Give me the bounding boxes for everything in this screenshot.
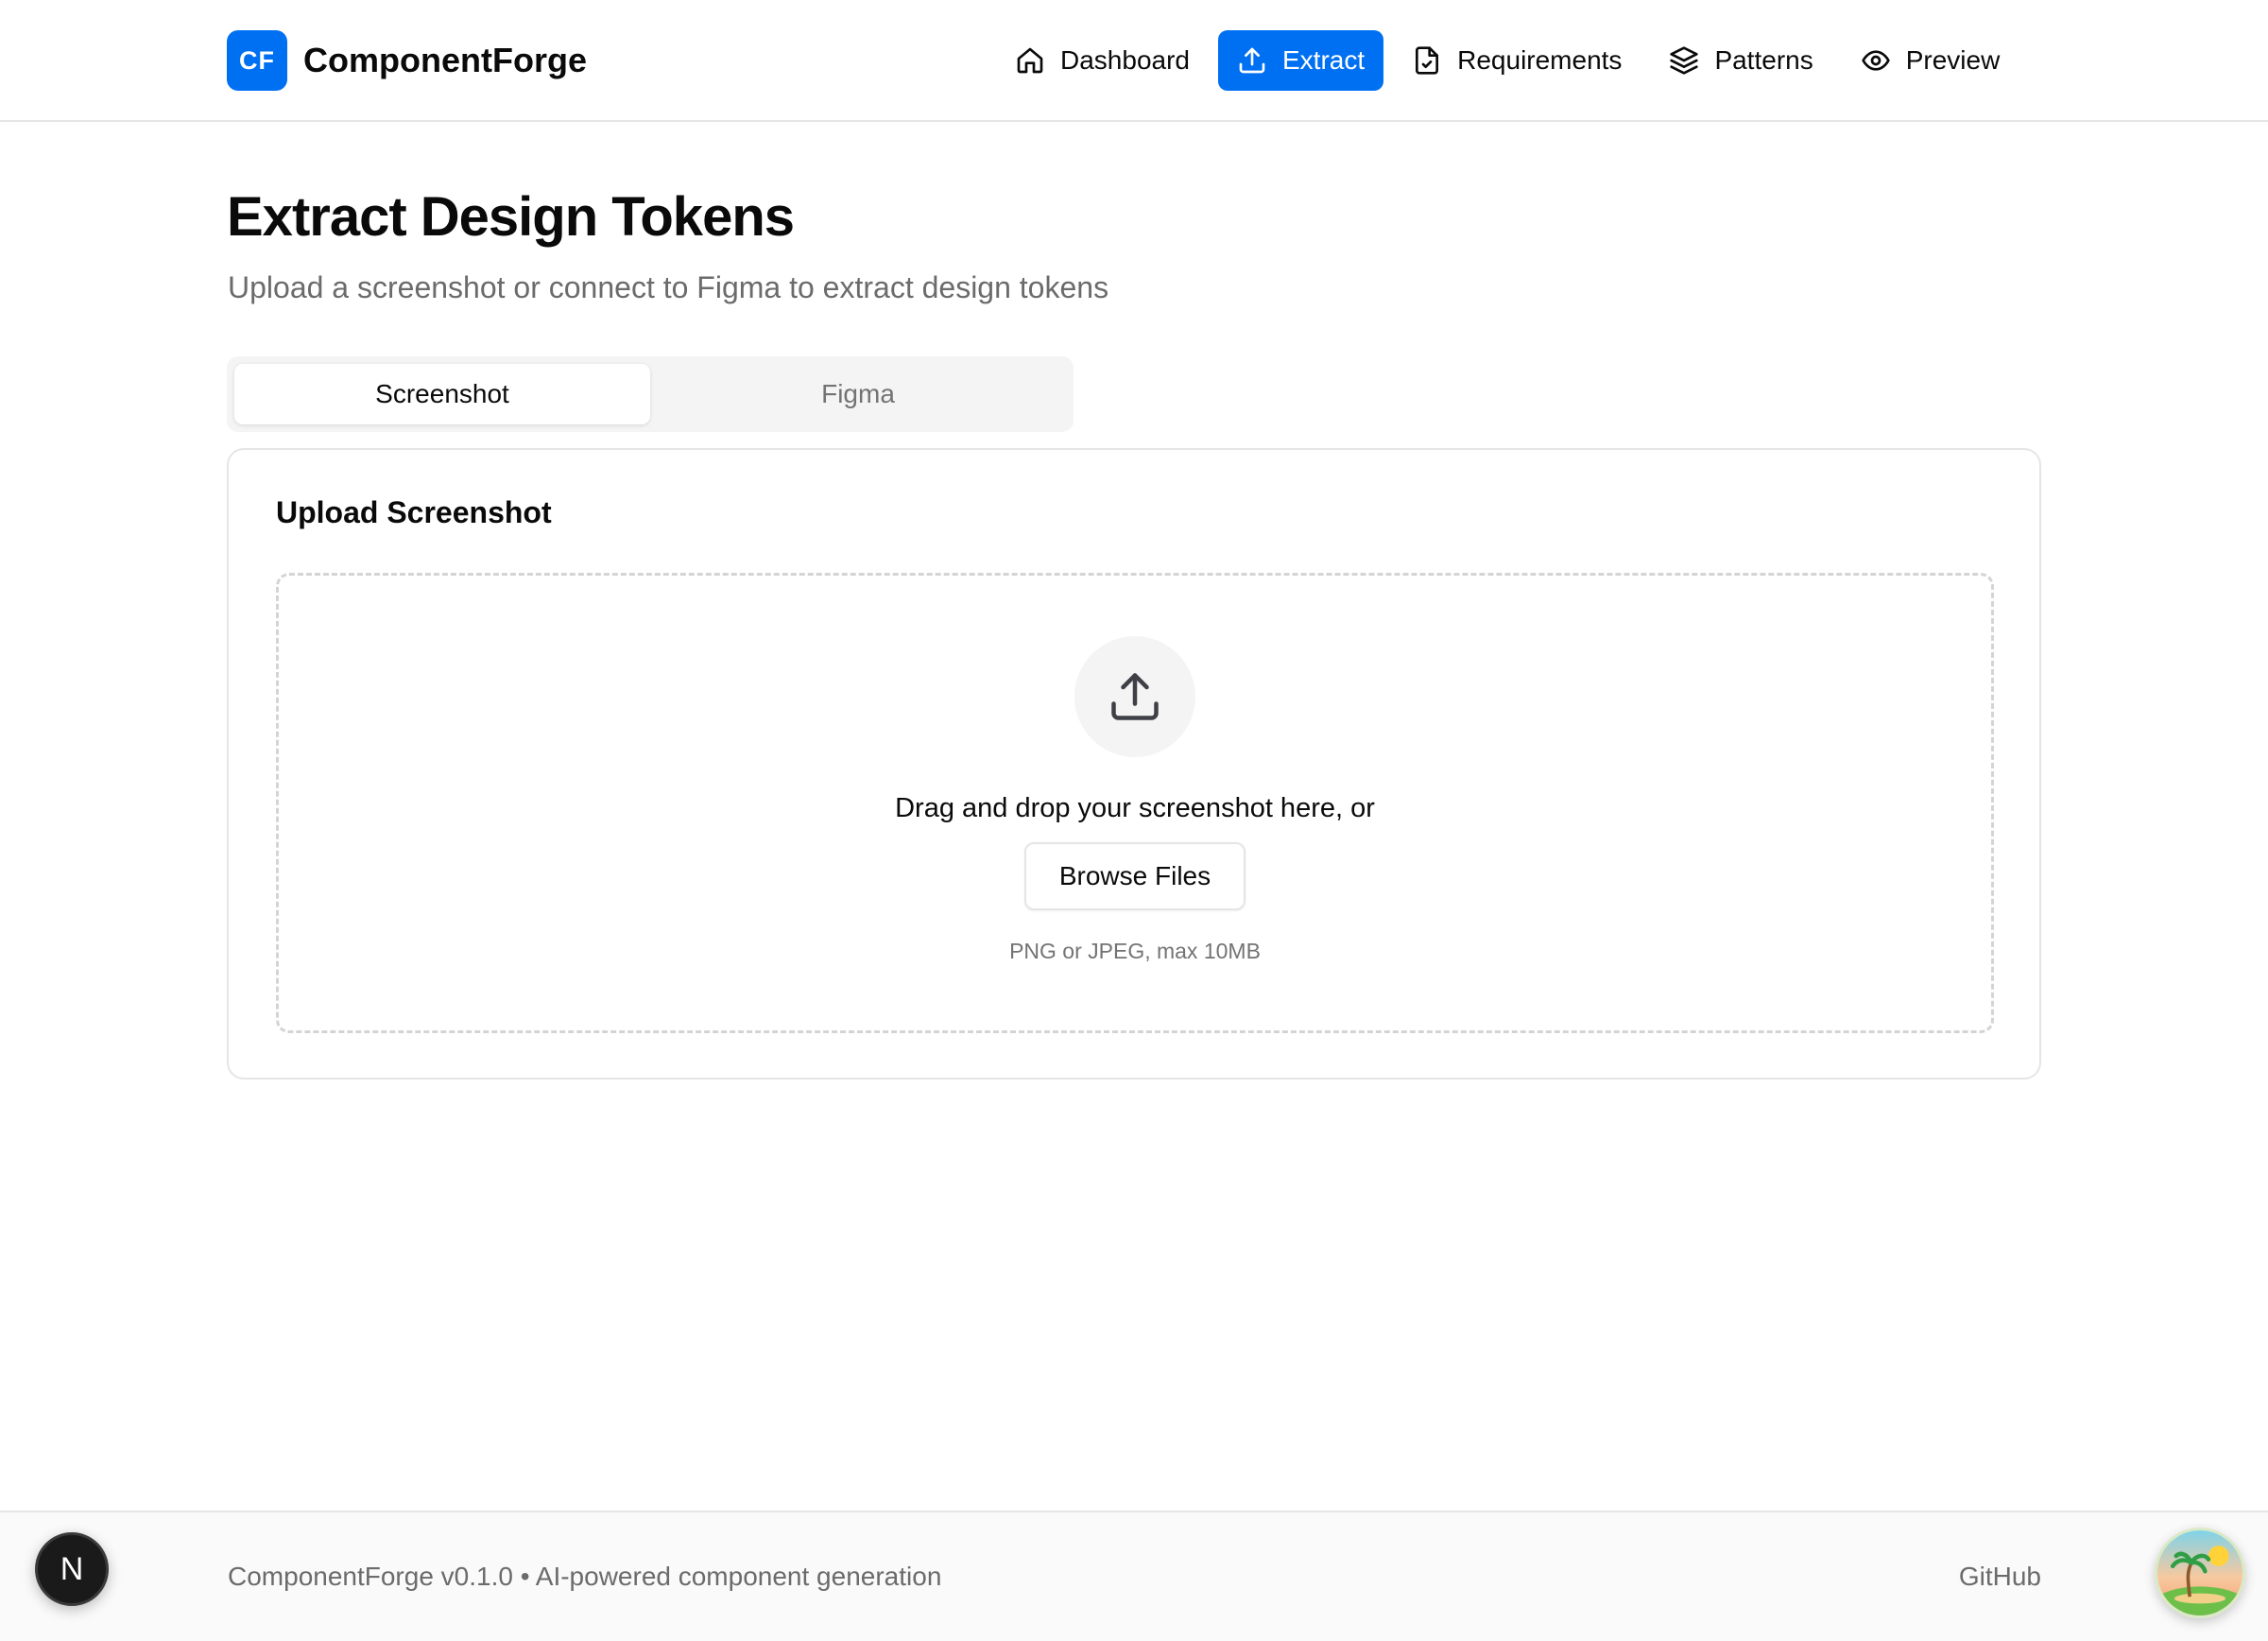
upload-card-title: Upload Screenshot (276, 495, 552, 529)
file-type-hint: PNG or JPEG, max 10MB (1009, 939, 1261, 963)
brand[interactable]: CF ComponentForge (227, 30, 587, 91)
file-check-icon (1416, 46, 1439, 75)
upload-icon (1111, 673, 1159, 720)
github-link[interactable]: GitHub (1959, 1562, 2041, 1592)
nav-label-patterns: Patterns (1714, 45, 1813, 75)
browse-files-button[interactable]: Browse Files (1024, 842, 1246, 910)
nav-item-requirements[interactable]: Requirements (1393, 30, 1641, 91)
beach-avatar-icon (2157, 1530, 2242, 1615)
nav-item-preview[interactable]: Preview (1842, 30, 2019, 91)
footer: ComponentForge v0.1.0 • AI-powered compo… (0, 1511, 2268, 1641)
footer-text: ComponentForge v0.1.0 • AI-powered compo… (228, 1562, 942, 1591)
brand-name[interactable]: ComponentForge (303, 41, 587, 80)
dropzone[interactable]: Drag and drop your screenshot here, or B… (276, 573, 1994, 1033)
nav-label-extract: Extract (1281, 45, 1366, 75)
upload-icon (1239, 47, 1265, 74)
nav-item-dashboard[interactable]: Dashboard (996, 30, 1209, 91)
tab-figma[interactable]: Figma (650, 364, 1066, 424)
page-title: Extract Design Tokens (227, 186, 795, 248)
main-nav: Dashboard Extract Requirements Patterns … (996, 30, 2028, 91)
nav-item-extract[interactable]: Extract (1217, 30, 1384, 91)
nav-label-preview: Preview (1905, 45, 2001, 75)
eye-icon (1862, 50, 1890, 71)
tab-screenshot[interactable]: Screenshot (234, 364, 650, 424)
nav-label-requirements: Requirements (1457, 45, 1623, 75)
nextjs-dev-badge[interactable]: N (35, 1532, 109, 1606)
source-tabs: Screenshot Figma (227, 356, 1074, 432)
upload-card: Upload Screenshot Drag and drop your scr… (227, 448, 2041, 1080)
home-icon (1017, 47, 1043, 74)
drop-instructions: Drag and drop your screenshot here, or (895, 793, 1375, 823)
brand-logo[interactable]: CF (227, 30, 287, 91)
avatar[interactable] (2155, 1528, 2245, 1618)
upload-icon-circle (1074, 636, 1195, 757)
nav-label-dashboard: Dashboard (1060, 45, 1190, 75)
top-header: CF ComponentForge Dashboard Extract Requ… (0, 0, 2268, 122)
nav-item-patterns[interactable]: Patterns (1650, 30, 1831, 91)
page-subtitle: Upload a screenshot or connect to Figma … (228, 270, 1109, 304)
layers-icon (1670, 46, 1699, 75)
